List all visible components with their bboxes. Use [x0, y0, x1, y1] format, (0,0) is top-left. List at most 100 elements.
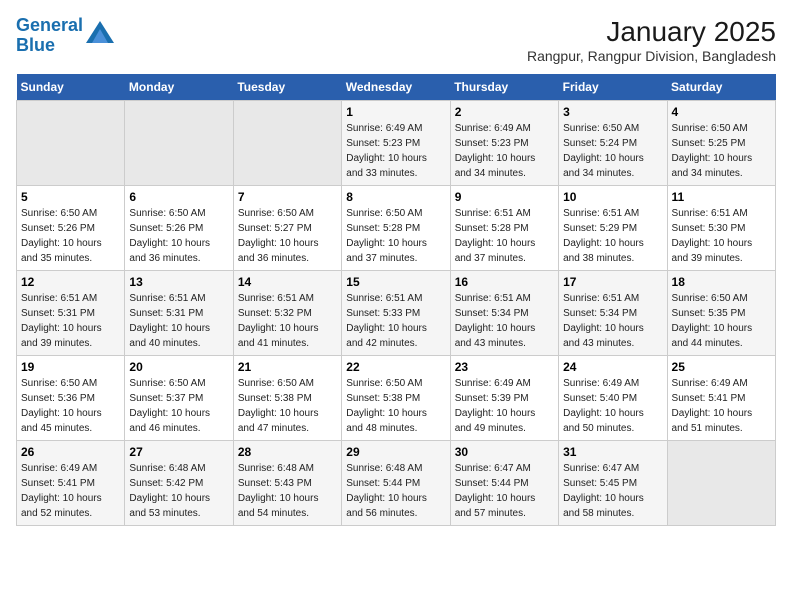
day-number: 24	[563, 360, 662, 374]
day-number: 30	[455, 445, 554, 459]
day-number: 23	[455, 360, 554, 374]
day-number: 22	[346, 360, 445, 374]
day-number: 19	[21, 360, 120, 374]
weekday-header: Friday	[559, 74, 667, 101]
day-info: Sunrise: 6:49 AM Sunset: 5:23 PM Dayligh…	[346, 121, 445, 181]
day-number: 21	[238, 360, 337, 374]
day-info: Sunrise: 6:50 AM Sunset: 5:38 PM Dayligh…	[346, 376, 445, 436]
calendar-cell: 17Sunrise: 6:51 AM Sunset: 5:34 PM Dayli…	[559, 271, 667, 356]
calendar-cell	[125, 101, 233, 186]
calendar-cell: 22 Sunrise: 6:50 AM Sunset: 5:38 PM Dayli…	[342, 356, 450, 441]
day-info: Sunrise: 6:51 AM Sunset: 5:28 PM Dayligh…	[455, 206, 554, 266]
day-number: 7	[238, 190, 337, 204]
calendar-cell: 15Sunrise: 6:51 AM Sunset: 5:33 PM Dayli…	[342, 271, 450, 356]
day-info: Sunrise: 6:50 AM Sunset: 5:24 PM Dayligh…	[563, 121, 662, 181]
day-info: Sunrise: 6:49 AM Sunset: 5:41 PM Dayligh…	[21, 461, 120, 521]
day-info: Sunrise: 6:49 AM Sunset: 5:40 PM Dayligh…	[563, 376, 662, 436]
day-number: 1	[346, 105, 445, 119]
day-number: 3	[563, 105, 662, 119]
calendar-week-row: 5 Sunrise: 6:50 AM Sunset: 5:26 PM Daylig…	[17, 186, 776, 271]
calendar-cell: 14Sunrise: 6:51 AM Sunset: 5:32 PM Dayli…	[233, 271, 341, 356]
calendar-cell: 30 Sunrise: 6:47 AM Sunset: 5:44 PM Dayli…	[450, 441, 558, 526]
day-info: Sunrise: 6:47 AM Sunset: 5:45 PM Dayligh…	[563, 461, 662, 521]
calendar-cell	[17, 101, 125, 186]
day-info: Sunrise: 6:48 AM Sunset: 5:43 PM Dayligh…	[238, 461, 337, 521]
title-block: January 2025 Rangpur, Rangpur Division, …	[527, 16, 776, 64]
page-header: General Blue January 2025 Rangpur, Rangp…	[16, 16, 776, 64]
calendar-cell: 12Sunrise: 6:51 AM Sunset: 5:31 PM Dayli…	[17, 271, 125, 356]
day-number: 11	[672, 190, 771, 204]
logo-text: General Blue	[16, 16, 83, 56]
day-info: Sunrise: 6:49 AM Sunset: 5:39 PM Dayligh…	[455, 376, 554, 436]
calendar-cell: 11 Sunrise: 6:51 AM Sunset: 5:30 PM Dayli…	[667, 186, 775, 271]
calendar-cell: 6 Sunrise: 6:50 AM Sunset: 5:26 PM Daylig…	[125, 186, 233, 271]
weekday-header: Wednesday	[342, 74, 450, 101]
weekday-header: Saturday	[667, 74, 775, 101]
calendar-cell: 8 Sunrise: 6:50 AM Sunset: 5:28 PM Daylig…	[342, 186, 450, 271]
day-number: 5	[21, 190, 120, 204]
day-info: Sunrise: 6:51 AM Sunset: 5:32 PM Dayligh…	[238, 291, 337, 351]
calendar-week-row: 26 Sunrise: 6:49 AM Sunset: 5:41 PM Dayli…	[17, 441, 776, 526]
calendar-cell: 18 Sunrise: 6:50 AM Sunset: 5:35 PM Dayli…	[667, 271, 775, 356]
day-info: Sunrise: 6:50 AM Sunset: 5:36 PM Dayligh…	[21, 376, 120, 436]
day-info: Sunrise: 6:51 AM Sunset: 5:33 PM Dayligh…	[346, 291, 445, 351]
day-info: Sunrise: 6:47 AM Sunset: 5:44 PM Dayligh…	[455, 461, 554, 521]
calendar-cell: 7 Sunrise: 6:50 AM Sunset: 5:27 PM Daylig…	[233, 186, 341, 271]
day-info: Sunrise: 6:48 AM Sunset: 5:44 PM Dayligh…	[346, 461, 445, 521]
logo: General Blue	[16, 16, 114, 56]
day-number: 10	[563, 190, 662, 204]
calendar-week-row: 12Sunrise: 6:51 AM Sunset: 5:31 PM Dayli…	[17, 271, 776, 356]
day-info: Sunrise: 6:51 AM Sunset: 5:34 PM Dayligh…	[455, 291, 554, 351]
day-info: Sunrise: 6:50 AM Sunset: 5:27 PM Dayligh…	[238, 206, 337, 266]
calendar-cell: 29Sunrise: 6:48 AM Sunset: 5:44 PM Dayli…	[342, 441, 450, 526]
day-number: 20	[129, 360, 228, 374]
day-info: Sunrise: 6:50 AM Sunset: 5:28 PM Dayligh…	[346, 206, 445, 266]
calendar-cell: 25Sunrise: 6:49 AM Sunset: 5:41 PM Dayli…	[667, 356, 775, 441]
calendar-cell: 3 Sunrise: 6:50 AM Sunset: 5:24 PM Daylig…	[559, 101, 667, 186]
day-number: 2	[455, 105, 554, 119]
calendar-cell	[667, 441, 775, 526]
calendar-cell: 13Sunrise: 6:51 AM Sunset: 5:31 PM Dayli…	[125, 271, 233, 356]
weekday-header: Tuesday	[233, 74, 341, 101]
calendar-cell: 9 Sunrise: 6:51 AM Sunset: 5:28 PM Daylig…	[450, 186, 558, 271]
day-info: Sunrise: 6:50 AM Sunset: 5:25 PM Dayligh…	[672, 121, 771, 181]
weekday-header: Sunday	[17, 74, 125, 101]
calendar-cell: 1 Sunrise: 6:49 AM Sunset: 5:23 PM Daylig…	[342, 101, 450, 186]
day-number: 27	[129, 445, 228, 459]
day-number: 4	[672, 105, 771, 119]
logo-line1: General	[16, 15, 83, 35]
calendar-table: SundayMondayTuesdayWednesdayThursdayFrid…	[16, 74, 776, 526]
weekday-header-row: SundayMondayTuesdayWednesdayThursdayFrid…	[17, 74, 776, 101]
day-number: 8	[346, 190, 445, 204]
calendar-cell: 2 Sunrise: 6:49 AM Sunset: 5:23 PM Daylig…	[450, 101, 558, 186]
day-info: Sunrise: 6:49 AM Sunset: 5:23 PM Dayligh…	[455, 121, 554, 181]
weekday-header: Monday	[125, 74, 233, 101]
day-number: 17	[563, 275, 662, 289]
day-number: 16	[455, 275, 554, 289]
day-info: Sunrise: 6:50 AM Sunset: 5:26 PM Dayligh…	[21, 206, 120, 266]
weekday-header: Thursday	[450, 74, 558, 101]
calendar-cell: 23 Sunrise: 6:49 AM Sunset: 5:39 PM Dayli…	[450, 356, 558, 441]
calendar-cell: 4 Sunrise: 6:50 AM Sunset: 5:25 PM Daylig…	[667, 101, 775, 186]
day-info: Sunrise: 6:51 AM Sunset: 5:31 PM Dayligh…	[129, 291, 228, 351]
logo-icon	[86, 21, 114, 43]
calendar-cell: 10Sunrise: 6:51 AM Sunset: 5:29 PM Dayli…	[559, 186, 667, 271]
day-number: 31	[563, 445, 662, 459]
day-number: 26	[21, 445, 120, 459]
day-info: Sunrise: 6:51 AM Sunset: 5:30 PM Dayligh…	[672, 206, 771, 266]
day-number: 9	[455, 190, 554, 204]
calendar-cell: 27Sunrise: 6:48 AM Sunset: 5:42 PM Dayli…	[125, 441, 233, 526]
day-number: 28	[238, 445, 337, 459]
calendar-cell	[233, 101, 341, 186]
logo-line2: Blue	[16, 35, 55, 55]
day-info: Sunrise: 6:50 AM Sunset: 5:35 PM Dayligh…	[672, 291, 771, 351]
calendar-cell: 16 Sunrise: 6:51 AM Sunset: 5:34 PM Dayli…	[450, 271, 558, 356]
day-info: Sunrise: 6:50 AM Sunset: 5:26 PM Dayligh…	[129, 206, 228, 266]
calendar-cell: 26 Sunrise: 6:49 AM Sunset: 5:41 PM Dayli…	[17, 441, 125, 526]
day-number: 6	[129, 190, 228, 204]
calendar-cell: 20Sunrise: 6:50 AM Sunset: 5:37 PM Dayli…	[125, 356, 233, 441]
calendar-title: January 2025	[527, 16, 776, 48]
calendar-cell: 5 Sunrise: 6:50 AM Sunset: 5:26 PM Daylig…	[17, 186, 125, 271]
calendar-subtitle: Rangpur, Rangpur Division, Bangladesh	[527, 48, 776, 64]
day-number: 18	[672, 275, 771, 289]
